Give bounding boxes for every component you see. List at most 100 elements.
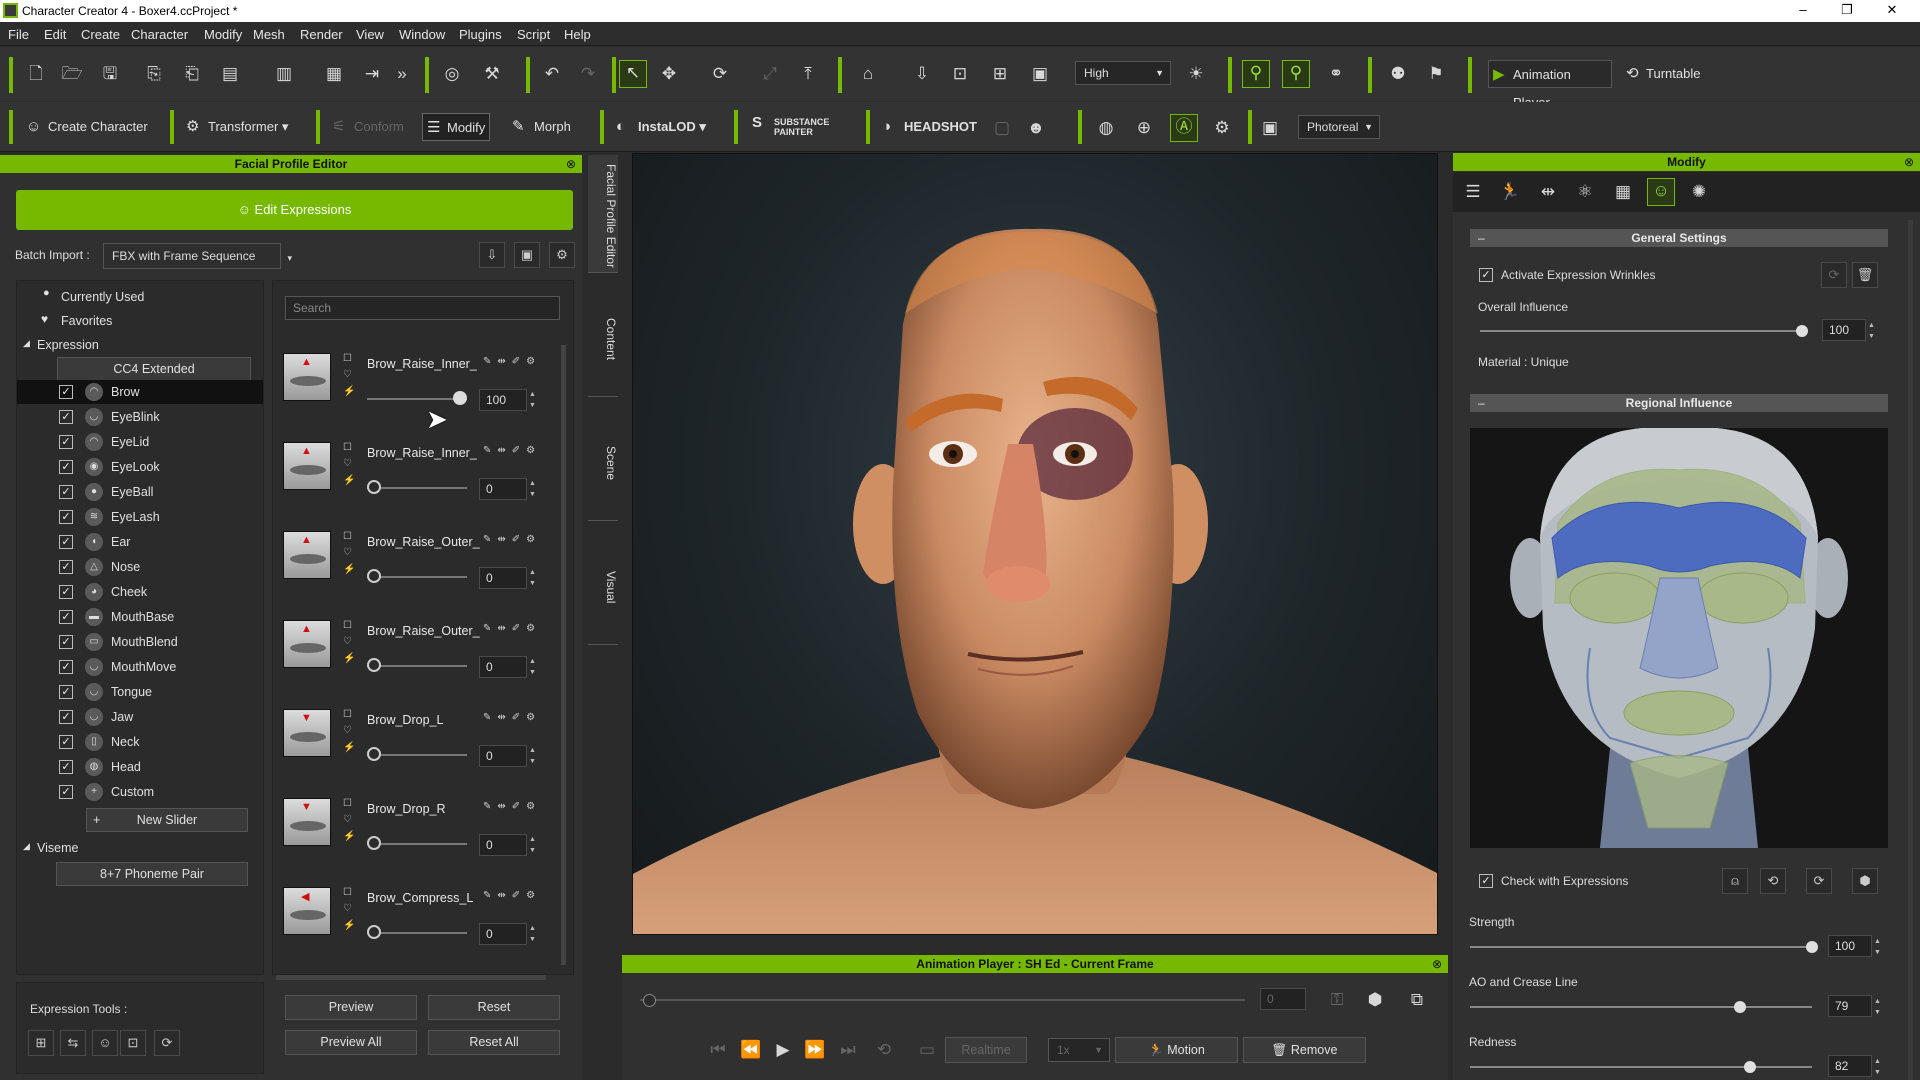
expression-slider-track[interactable] [367,487,467,489]
select-checkbox-icon[interactable]: ☐ [343,620,353,631]
instalod-button[interactable]: ◐ InstaLOD ▾ [616,113,706,141]
render-icon[interactable]: ▣ [1258,116,1282,140]
transformer-button[interactable]: ⚙ Transformer ▾ [186,113,288,141]
skip-end-icon[interactable]: ⏭ [836,1038,860,1062]
value-spinner-icon[interactable]: ▲ ▼ [529,923,536,945]
tree-item-eyelash[interactable]: ✓ ≋ EyeLash [17,505,263,529]
bolt-icon[interactable]: ⚡ [343,920,355,931]
loop-icon[interactable]: ⟲ [872,1038,896,1062]
head-icon[interactable]: ◍ [1094,116,1118,140]
snap-icon[interactable]: ⤒ [796,62,820,86]
play-icon[interactable]: ▶ [771,1038,795,1062]
tree-item-eyelid[interactable]: ✓ ◠ EyeLid [17,430,263,454]
tree-item-checkbox[interactable]: ✓ [59,435,73,449]
expression-slider-track[interactable] [367,754,467,756]
tree-item-jaw[interactable]: ✓ ◡ Jaw [17,705,263,729]
tree-item-checkbox[interactable]: ✓ [59,610,73,624]
morph-button[interactable]: ✎ Morph [512,113,571,141]
spin-icon[interactable]: ▲ ▼ [1874,936,1881,958]
fbx-export-icon[interactable]: ▥ [272,62,296,86]
frame-icon[interactable]: ⊡ [948,62,972,86]
favorite-heart-icon[interactable]: ♡ [343,636,353,647]
value-spinner-icon[interactable]: ▲ ▼ [529,745,536,767]
new-slider-button[interactable]: + New Slider [86,808,248,832]
slider-list-scrollbar[interactable] [561,345,566,965]
bolt-icon[interactable]: ⚡ [343,653,355,664]
morph-node-icon[interactable]: ⚲ [1282,60,1310,88]
camera-icon[interactable]: ⊞ [988,62,1012,86]
tool-face-icon[interactable]: ☺ [92,1030,118,1056]
bolt-icon[interactable]: ⚡ [343,475,355,486]
speed-dropdown[interactable]: 1x ▼ [1048,1038,1110,1062]
activate-wrinkles-checkbox[interactable]: ✓ [1479,268,1493,282]
batch-import-dropdown[interactable]: FBX with Frame Sequence ▾ [103,243,292,269]
expression-slider-knob[interactable] [367,747,381,761]
expression-tools-icons[interactable]: ✎⇹✐⚙ [483,534,541,545]
cc4-extended-button[interactable]: CC4 Extended [57,357,251,381]
favorite-heart-icon[interactable]: ♡ [343,458,353,469]
menu-window[interactable]: Window [399,27,445,42]
check-expressions-checkbox[interactable]: ✓ [1479,874,1493,888]
save-profile-icon[interactable]: ▣ [514,242,540,268]
tree-item-mouthblend[interactable]: ✓ ▭ MouthBlend [17,630,263,654]
ao-slider[interactable] [1470,1006,1812,1008]
auto-icon[interactable]: Ⓐ [1170,114,1198,142]
expression-value-input[interactable]: 0 [479,923,527,945]
tool-add-icon[interactable]: ⊞ [28,1030,54,1056]
more-icon[interactable]: » [390,62,414,86]
menu-file[interactable]: File [8,27,29,42]
menu-character[interactable]: Character [131,27,188,42]
expression-thumbnail[interactable]: ▼ [283,709,331,757]
substance-painter-button[interactable]: S SUBSTANCE PAINTER [752,113,842,141]
flag-icon[interactable]: ⚑ [1424,62,1448,86]
cube-settings-icon[interactable]: ⬢ [1852,868,1878,894]
favorite-heart-icon[interactable]: ♡ [343,725,353,736]
tree-item-eyeball[interactable]: ✓ ● EyeBall [17,480,263,504]
expression-tools-icons[interactable]: ✎⇹✐⚙ [483,890,541,901]
expression-tools-icons[interactable]: ✎⇹✐⚙ [483,801,541,812]
obj-export-icon[interactable]: ▤ [218,62,242,86]
menu-plugins[interactable]: Plugins [459,27,502,42]
expression-slider-knob[interactable] [367,925,381,939]
timeline-scrubber[interactable] [643,994,656,1007]
expression-tools-icons[interactable]: ✎⇹✐⚙ [483,623,541,634]
face-icon[interactable]: ☻ [1024,116,1048,140]
tab-visual[interactable]: Visual [588,525,618,645]
phoneme-pair-button[interactable]: 8+7 Phoneme Pair [56,862,248,886]
import-icon[interactable]: ⎘ [142,62,166,86]
select-checkbox-icon[interactable]: ☐ [343,798,353,809]
select-checkbox-icon[interactable]: ☐ [343,709,353,720]
select-checkbox-icon[interactable]: ☐ [343,353,353,364]
headshot-tool-icon[interactable]: ▢ [990,116,1014,140]
animation-player-button[interactable]: ▶Animation Player [1488,60,1612,110]
tree-item-checkbox[interactable]: ✓ [59,460,73,474]
tree-item-head[interactable]: ✓ ◍ Head [17,755,263,779]
tree-item-checkbox[interactable]: ✓ [59,785,73,799]
head-outline-icon[interactable]: ⍝ [1722,868,1748,894]
select-checkbox-icon[interactable]: ☐ [343,442,353,453]
bolt-icon[interactable]: ⚡ [343,386,355,397]
modify-button[interactable]: ☰ Modify [422,113,490,141]
menu-mesh[interactable]: Mesh [253,27,285,42]
tree-item-checkbox[interactable]: ✓ [59,510,73,524]
favorite-heart-icon[interactable]: ♡ [343,903,353,914]
reload-icon[interactable]: ⟳ [1821,262,1847,288]
value-spinner-icon[interactable]: ▲ ▼ [529,834,536,856]
select-checkbox-icon[interactable]: ☐ [343,887,353,898]
maximize-button[interactable]: ❐ [1837,2,1857,18]
value-spinner-icon[interactable]: ▲ ▼ [529,567,536,589]
tree-item-cheek[interactable]: ✓ ◕ Cheek [17,580,263,604]
edit-expressions-button[interactable]: ☺ Edit Expressions [16,190,573,230]
reset-button[interactable]: Reset [428,995,560,1020]
value-spinner-icon[interactable]: ▲ ▼ [529,389,536,411]
favorite-heart-icon[interactable]: ♡ [343,369,353,380]
strength-knob[interactable] [1806,941,1818,953]
move-icon[interactable]: ✥ [657,62,681,86]
menu-view[interactable]: View [356,27,384,42]
tree-item-eyelook[interactable]: ✓ ◉ EyeLook [17,455,263,479]
expression-thumbnail[interactable]: ▲ [283,353,331,401]
search-input[interactable]: Search [285,296,560,320]
tree-item-checkbox[interactable]: ✓ [59,410,73,424]
tool-icon[interactable]: ⚒ [480,62,504,86]
tab-scene[interactable]: Scene [588,401,618,521]
